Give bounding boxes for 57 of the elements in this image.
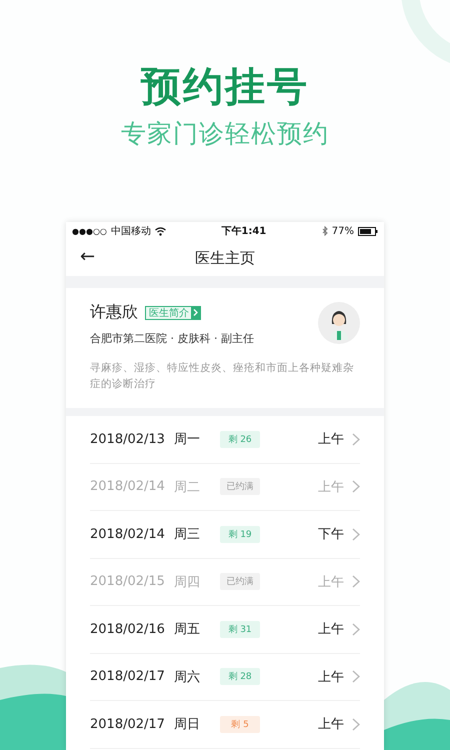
date-text: 2018/02/13 xyxy=(90,432,166,447)
page-title: 医生主页 xyxy=(195,248,255,268)
promo-subtitle: 专家门诊轻松预约 xyxy=(121,118,329,150)
availability-badge: 剩 26 xyxy=(220,430,260,448)
doctor-name: 许惠欣 xyxy=(90,302,138,323)
chevron-icon xyxy=(352,622,360,636)
schedule-row[interactable]: 2018/02/13 周一 剩 26 上午 xyxy=(90,416,360,464)
period-text: 上午 xyxy=(318,574,344,591)
weekday-text: 周一 xyxy=(174,431,201,448)
battery-icon xyxy=(358,226,378,236)
chevron-icon xyxy=(352,718,360,731)
weekday-text: 周三 xyxy=(174,526,201,544)
schedule-row[interactable]: 2018/02/17 周六 剩 28 上午 xyxy=(90,654,360,701)
availability-badge: 剩 31 xyxy=(220,620,260,638)
wave-decoration xyxy=(384,682,450,750)
doctor-specialty: 寻麻疹、湿疹、特应性皮炎、痤疮和市面上各种疑难杂症的诊断治疗 xyxy=(90,361,355,392)
weekday-text: 周六 xyxy=(174,668,201,686)
chevron-icon xyxy=(352,528,360,541)
period-text: 上午 xyxy=(318,621,344,638)
carrier-name: 中国移动 xyxy=(110,224,151,238)
availability-badge: 已约满 xyxy=(220,478,260,496)
availability-badge: 剩 5 xyxy=(220,716,260,733)
back-button[interactable]: ← xyxy=(76,246,100,267)
chevron-icon xyxy=(352,432,360,446)
schedule-row[interactable]: 2018/02/16 周五 剩 31 上午 xyxy=(90,606,360,654)
chevron-icon xyxy=(352,480,360,494)
bluetooth-icon xyxy=(322,226,328,236)
weekday-text: 周日 xyxy=(174,716,201,734)
chevron-icon xyxy=(352,575,360,588)
avatar-icon xyxy=(318,302,360,344)
period-text: 上午 xyxy=(318,668,344,686)
schedule-row[interactable]: 2018/02/17 周日 剩 5 上午 xyxy=(90,701,360,748)
date-text: 2018/02/17 xyxy=(90,669,166,684)
battery-percent: 77% xyxy=(332,226,354,236)
chevron-icon xyxy=(352,670,360,684)
wifi-icon xyxy=(154,226,166,236)
period-text: 上午 xyxy=(318,478,344,496)
date-text: 2018/02/14 xyxy=(90,479,166,494)
chevron-icon xyxy=(191,306,200,320)
schedule-row[interactable]: 2018/02/14 周三 剩 19 下午 xyxy=(90,511,360,558)
date-text: 2018/02/16 xyxy=(90,622,166,637)
weekday-text: 周二 xyxy=(174,478,201,496)
period-text: 下午 xyxy=(318,526,344,544)
weekday-text: 周四 xyxy=(174,574,201,591)
period-text: 上午 xyxy=(318,716,344,734)
availability-badge: 剩 28 xyxy=(220,668,260,686)
date-text: 2018/02/14 xyxy=(90,526,166,542)
date-text: 2018/02/15 xyxy=(90,574,166,590)
availability-badge: 剩 19 xyxy=(220,526,260,543)
weekday-text: 周五 xyxy=(174,621,201,638)
availability-badge: 已约满 xyxy=(220,573,260,590)
doctor-affiliation: 合肥市第二医院 · 皮肤科 · 副主任 xyxy=(90,331,254,346)
date-text: 2018/02/17 xyxy=(90,716,166,732)
period-text: 上午 xyxy=(318,431,344,448)
promo-headline: 预约挂号 xyxy=(141,63,309,112)
signal-dots: ●●●○○ xyxy=(72,226,107,236)
status-time: 下午1:41 xyxy=(221,224,266,238)
